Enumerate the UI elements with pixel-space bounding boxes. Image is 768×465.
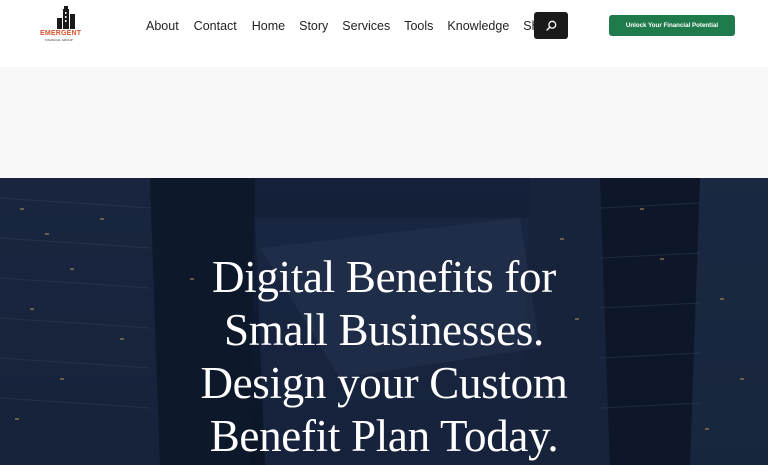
search-button[interactable] xyxy=(534,12,568,39)
unlock-financial-potential-button[interactable]: Unlock Your Financial Potential xyxy=(609,15,735,36)
logo-building-icon xyxy=(57,6,75,29)
nav-item-contact[interactable]: Contact xyxy=(194,17,237,35)
nav-item-story[interactable]: Story xyxy=(299,17,328,35)
hero-line-2: Small Businesses. xyxy=(224,305,544,355)
blank-section xyxy=(0,67,768,178)
hero-section: Digital Benefits for Small Businesses. D… xyxy=(0,178,768,465)
hero-line-1: Digital Benefits for xyxy=(212,252,556,302)
hero-heading: Digital Benefits for Small Businesses. D… xyxy=(0,251,768,463)
logo[interactable]: EMERGENT FINANCIAL GROUP xyxy=(40,6,82,42)
nav-item-about[interactable]: About xyxy=(146,17,179,35)
nav-item-services[interactable]: Services xyxy=(342,17,390,35)
hero-line-3: Design your Custom xyxy=(200,358,568,408)
site-header: EMERGENT FINANCIAL GROUP About Contact H… xyxy=(0,0,768,67)
nav-item-home[interactable]: Home xyxy=(252,17,285,35)
hero-line-4: Benefit Plan Today. xyxy=(209,411,559,461)
nav-item-knowledge[interactable]: Knowledge xyxy=(447,17,509,35)
nav-item-tools[interactable]: Tools xyxy=(404,17,433,35)
logo-subtext: FINANCIAL GROUP xyxy=(45,38,73,42)
main-nav: About Contact Home Story Services Tools … xyxy=(146,17,552,35)
search-icon xyxy=(545,20,556,31)
logo-text: EMERGENT xyxy=(40,30,82,37)
